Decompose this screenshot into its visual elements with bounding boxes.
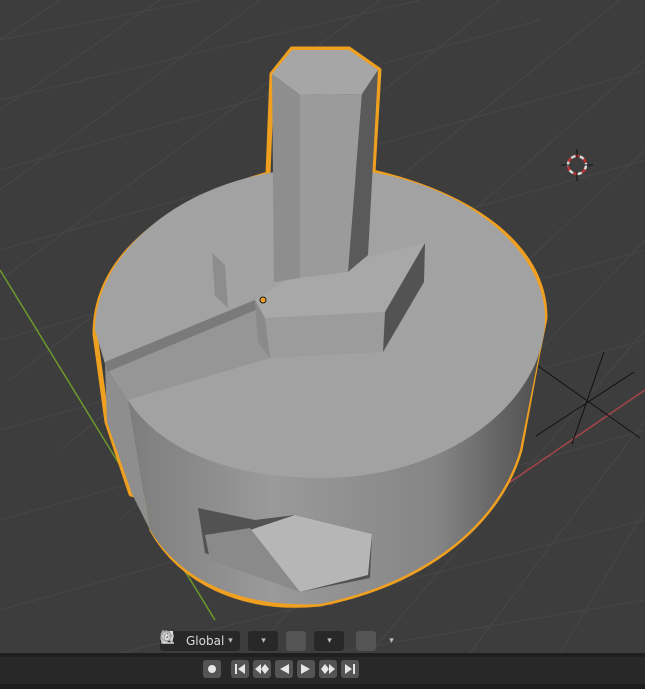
record-icon [207,664,217,674]
chevron-down-icon: ▾ [327,636,332,646]
pillar-left-face [272,74,300,282]
snap-toggle[interactable] [162,631,306,651]
falloff-dropdown[interactable]: ▾ [160,631,404,651]
snap-target-dropdown[interactable]: ▾ [161,631,344,651]
jump-to-end-icon [344,664,356,674]
viewport-canvas [0,0,645,653]
3d-viewport[interactable]: Global ▾ ▾ ▾ ▾ [0,0,645,653]
jump-to-next-keyframe-button[interactable] [319,660,337,678]
previous-keyframe-icon [255,664,269,674]
next-keyframe-icon [321,664,335,674]
record-button[interactable] [203,660,221,678]
playback-controls [203,660,359,678]
chevron-down-icon: ▾ [261,636,266,646]
pivot-point-dropdown[interactable]: ▾ [160,631,278,651]
wedge-front [265,312,385,358]
jump-to-start-icon [234,664,246,674]
jump-to-start-button[interactable] [231,660,249,678]
proportional-editing-toggle[interactable] [160,630,376,651]
viewport-header: Global ▾ ▾ ▾ ▾ [160,630,404,652]
chevron-down-icon: ▾ [228,636,233,646]
jump-to-end-button[interactable] [341,660,359,678]
play-icon [301,664,311,674]
object-origin [259,296,267,304]
transform-orientation-value: Global [186,634,225,648]
jump-to-previous-keyframe-button[interactable] [253,660,271,678]
play-reverse-button[interactable] [275,660,293,678]
play-reverse-icon [279,664,289,674]
chevron-down-icon: ▾ [389,636,394,646]
play-button[interactable] [297,660,315,678]
